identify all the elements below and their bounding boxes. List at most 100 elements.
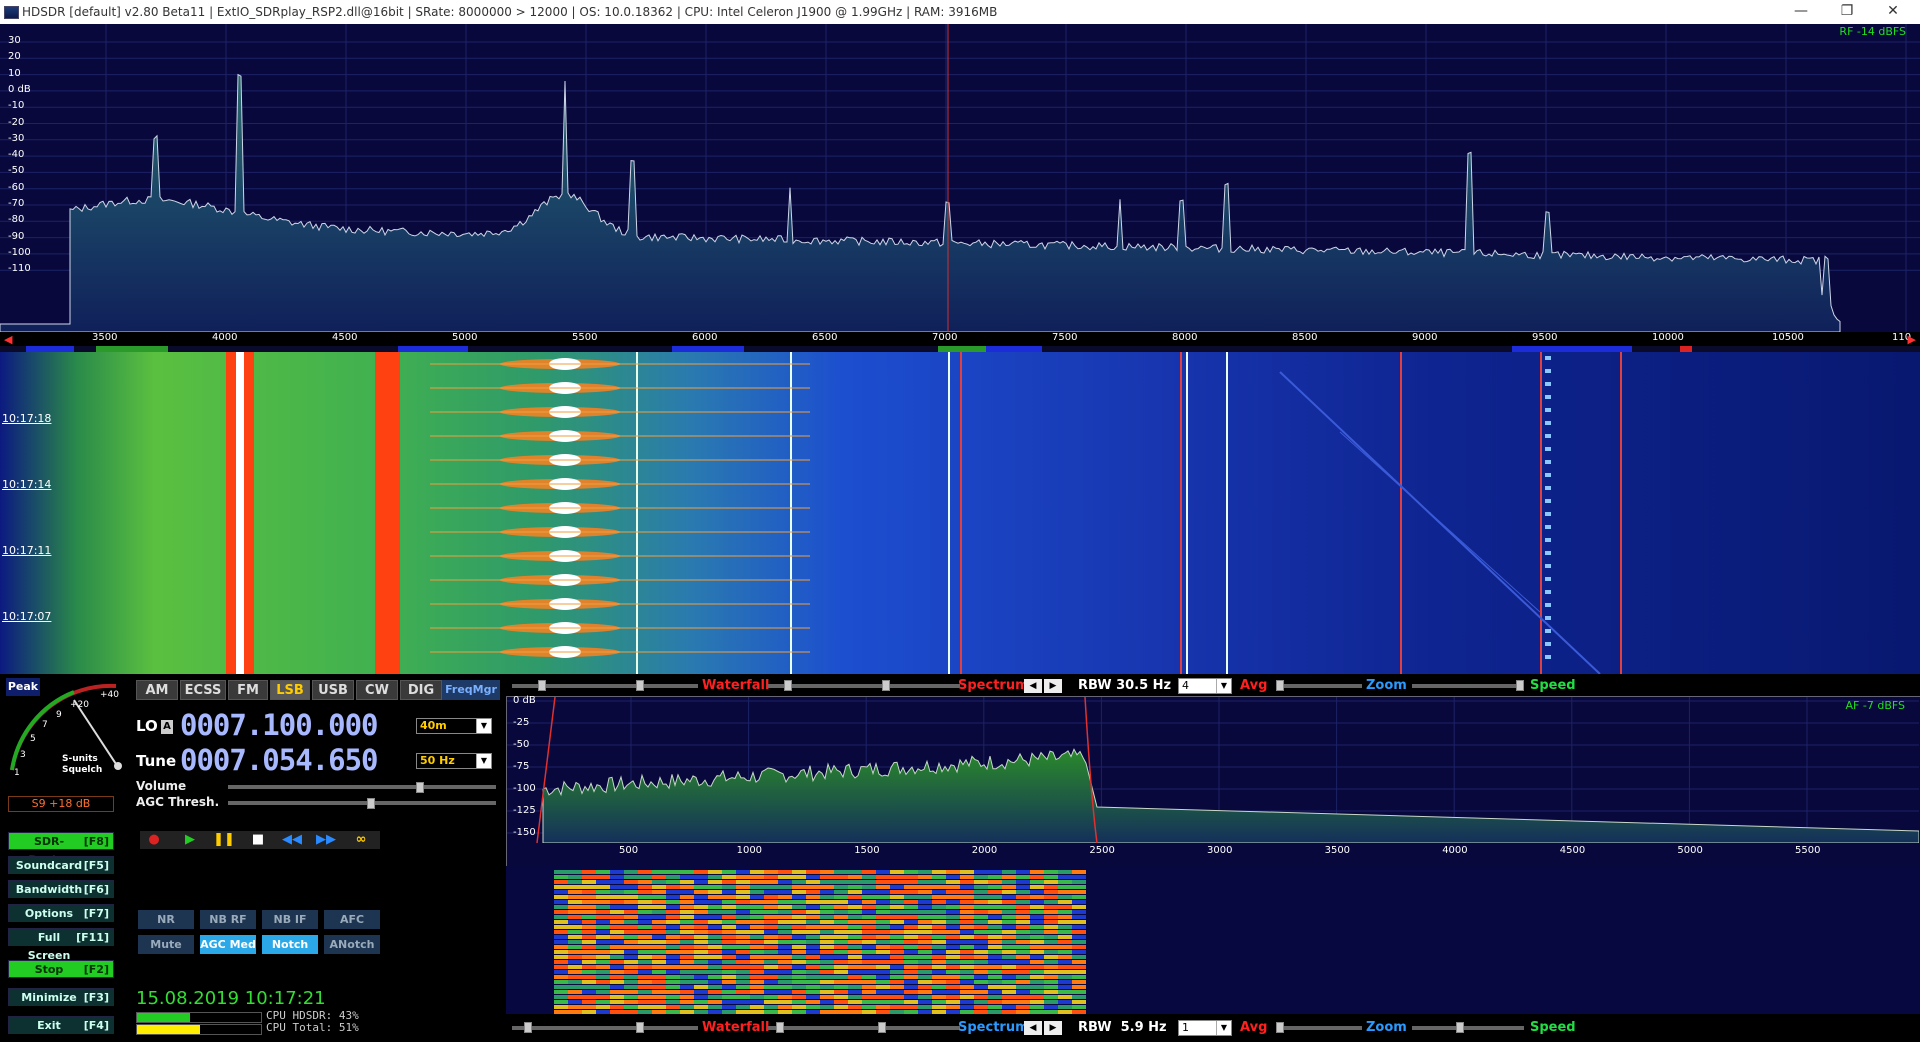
af-rbw-increase-icon[interactable]: ▶ [1044,1021,1062,1035]
side-button-full-screen[interactable]: Full Screen [F11] [8,928,114,962]
mode-button-usb[interactable]: USB [312,680,354,700]
mode-button-fm[interactable]: FM [228,680,268,700]
af-avg-select[interactable]: 1 ▼ [1178,1020,1232,1036]
side-button-shortcut: [F7] [83,907,109,920]
rf-frequency-axis[interactable]: 3500 4000 4500 5000 5500 6000 6500 7000 7500 8000… [0,332,1920,352]
mode-button-cw[interactable]: CW [356,680,398,700]
db-tick: 0 dB [8,83,31,95]
chevron-down-icon: ▼ [1216,1021,1231,1035]
freq-tick: 8500 [1292,332,1318,343]
rf-zoom-slider-handle[interactable] [1516,680,1524,691]
side-button-minimize[interactable]: Minimize [F3] [8,988,114,1006]
side-button-sdr-device[interactable]: SDR-Device[F8] [8,832,114,866]
af-rbw-decrease-icon[interactable]: ◀ [1024,1021,1042,1035]
cpu-hdsdr-bar [136,1012,262,1023]
db-tick: -70 [8,198,25,209]
volume-slider[interactable] [228,785,496,789]
rf-waterfall-image [0,352,1920,674]
pause-icon[interactable]: ❚❚ [212,831,236,849]
rf-waterfall[interactable]: 10:17:18 10:17:14 10:17:11 10:17:07 [0,352,1920,674]
spectrum-slider-handle[interactable] [784,680,792,691]
freqmgr-button[interactable]: FreqMgr [442,680,500,700]
mode-button-dig[interactable]: DIG [400,680,442,700]
af-rbw-label: RBW 5.9 Hz [1078,1020,1167,1035]
af-waterfall-contrast-slider[interactable] [512,1026,698,1030]
dsp-button-afc[interactable]: AFC [324,910,380,929]
af-zoom-slider[interactable] [1412,1026,1524,1030]
dsp-button-nr[interactable]: NR [138,910,194,929]
af-spectrum-contrast-slider[interactable] [768,1026,960,1030]
spectrum-contrast-slider[interactable] [768,684,960,688]
af-spectrum-slider-handle-2[interactable] [878,1022,886,1033]
af-waterfall[interactable] [506,866,1920,1014]
spectrum-slider-handle-2[interactable] [882,680,890,691]
af-spectrum-slider-handle[interactable] [776,1022,784,1033]
rf-spectrum-display[interactable]: 30 20 10 0 dB -10 -20 -30 -40 -50 -60 -70 -80 -90 -10… [0,24,1920,332]
step-select[interactable]: 50 Hz ▼ [416,753,492,769]
af-freq-tick: 3500 [1324,845,1351,856]
freq-tick: 8000 [1172,332,1198,343]
dsp-button-notch[interactable]: Notch [262,935,318,954]
rf-avg-slider-handle[interactable] [1276,680,1284,691]
freq-tick: 4500 [332,332,358,343]
cpu-total-text: CPU Total: 51% [266,1021,359,1034]
record-icon[interactable]: ● [142,831,166,849]
scroll-right-arrow-icon[interactable]: ▶ [1908,333,1916,346]
band-select[interactable]: 40m ▼ [416,718,492,734]
dsp-button-nb-rf[interactable]: NB RF [200,910,256,929]
stop-icon[interactable]: ■ [246,831,270,849]
loop-icon[interactable]: ∞ [346,831,376,849]
lo-vfo-badge[interactable]: A [161,720,173,734]
rf-zoom-slider[interactable] [1412,684,1524,688]
lo-frequency[interactable]: 0007.100.000 [180,708,379,742]
rf-zoom-label: Zoom [1366,678,1407,693]
af-waterfall-slider-handle-2[interactable] [636,1022,644,1033]
af-zoom-slider-handle[interactable] [1456,1022,1464,1033]
side-button-label: Bandwidth [15,883,83,896]
rf-avg-select[interactable]: 4 ▼ [1178,678,1232,694]
dsp-button-nb-if[interactable]: NB IF [262,910,318,929]
scroll-left-arrow-icon[interactable]: ◀ [4,333,12,346]
minimize-window-button[interactable]: — [1778,0,1824,24]
waterfall-slider-handle-2[interactable] [636,680,644,691]
dsp-button-anotch[interactable]: ANotch [324,935,380,954]
agc-threshold-slider[interactable] [228,801,496,805]
af-db-tick: 0 dB [513,695,536,706]
af-spectrum-display[interactable]: 0 dB -25 -50 -75 -100 -125 -150 500 1000 1500 200… [506,695,1920,868]
side-button-label: Minimize [21,991,77,1004]
step-value: 50 Hz [420,754,455,767]
close-window-button[interactable]: ✕ [1870,0,1916,24]
forward-icon[interactable]: ▶▶ [314,831,338,849]
side-button-stop[interactable]: Stop [F2] [8,960,114,978]
side-button-exit[interactable]: Exit [F4] [8,1016,114,1034]
mode-button-lsb[interactable]: LSB [270,680,310,700]
tune-frequency[interactable]: 0007.054.650 [180,743,379,777]
volume-slider-handle[interactable] [415,782,424,793]
waterfall-slider-handle[interactable] [538,680,546,691]
dsp-button-mute[interactable]: Mute [138,935,194,954]
freq-tick: 10500 [1772,332,1804,343]
date-time: 15.08.2019 10:17:21 [136,988,326,1009]
db-tick: -110 [8,263,31,275]
agc-threshold-slider-handle[interactable] [367,798,376,809]
restore-window-button[interactable]: ❐ [1824,0,1870,24]
play-icon[interactable]: ▶ [178,831,202,849]
peak-button[interactable]: Peak [6,678,40,696]
s-meter: Peak 1 3 5 7 9 +20 +40 S-units Squelch [4,678,122,778]
af-waterfall-slider-handle[interactable] [524,1022,532,1033]
af-avg-slider[interactable] [1276,1026,1362,1030]
rbw-increase-icon[interactable]: ▶ [1044,679,1062,693]
side-button-options[interactable]: Options [F7] [8,904,114,922]
side-button-bandwidth[interactable]: Bandwidth [F6] [8,880,114,898]
rbw-decrease-icon[interactable]: ◀ [1024,679,1042,693]
side-button-soundcard[interactable]: Soundcard [F5] [8,856,114,874]
s-scale-3: 3 [20,750,26,760]
af-avg-label: Avg [1240,1020,1268,1035]
rf-avg-slider[interactable] [1276,684,1362,688]
dsp-button-agc-med[interactable]: AGC Med [200,935,256,954]
mode-button-ecss[interactable]: ECSS [180,680,226,700]
mode-button-am[interactable]: AM [136,680,178,700]
rewind-icon[interactable]: ◀◀ [280,831,304,849]
af-avg-slider-handle[interactable] [1276,1022,1284,1033]
freq-tick: 7000 [932,332,958,343]
